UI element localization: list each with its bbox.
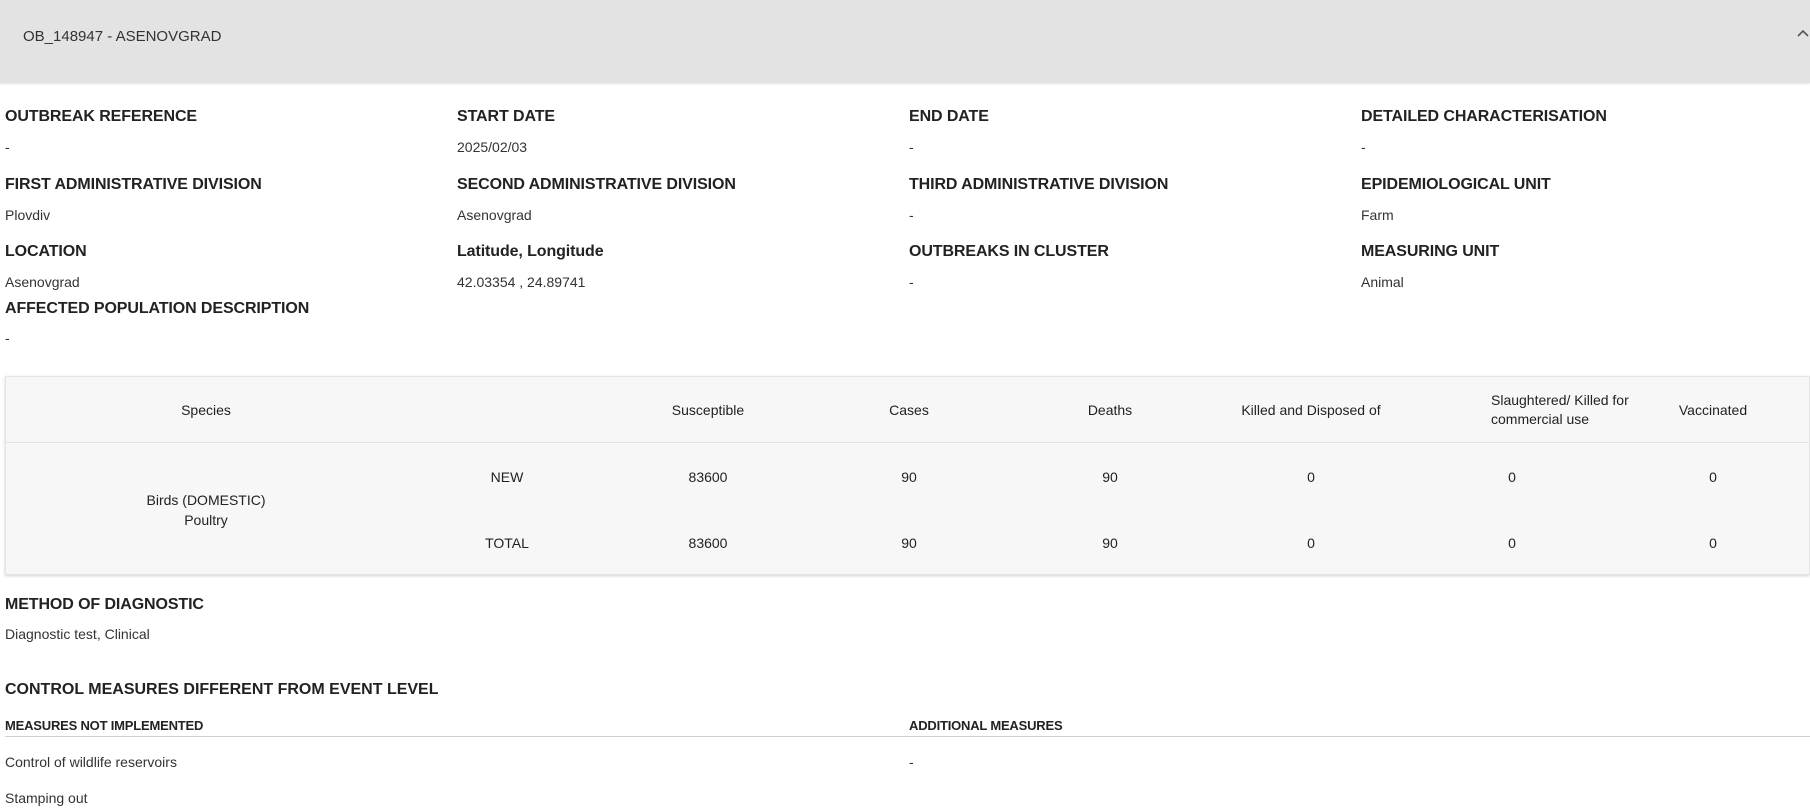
species-name: Birds (DOMESTIC) bbox=[146, 492, 266, 508]
field-method-of-diagnostic: METHOD OF DIAGNOSTIC Diagnostic test, Cl… bbox=[5, 596, 204, 642]
field-label: MEASURING UNIT bbox=[1361, 243, 1500, 260]
header-killed: Killed and Disposed of bbox=[1241, 402, 1381, 418]
additional-measures-value: - bbox=[909, 754, 914, 770]
header-species: Species bbox=[181, 402, 231, 418]
header-slaughtered: Slaughtered/ Killed for commercial use bbox=[1491, 392, 1629, 427]
field-value: - bbox=[5, 139, 10, 155]
field-value: - bbox=[1361, 139, 1366, 155]
row-total-killed: 0 bbox=[1307, 535, 1315, 551]
row-new-type: NEW bbox=[490, 469, 524, 485]
field-label: AFFECTED POPULATION DESCRIPTION bbox=[5, 300, 310, 317]
field-label: SECOND ADMINISTRATIVE DIVISION bbox=[457, 176, 736, 193]
row-new-deaths: 90 bbox=[1102, 469, 1118, 485]
field-affected-population: AFFECTED POPULATION DESCRIPTION - bbox=[5, 300, 309, 346]
panel-header[interactable]: OB_148947 - ASENOVGRAD bbox=[0, 0, 1810, 83]
field-lat-long: Latitude, Longitude 42.03354 , 24.89741 bbox=[457, 243, 604, 290]
table-header-divider bbox=[6, 442, 1809, 443]
row-total-susceptible: 83600 bbox=[688, 535, 728, 551]
field-label: OUTBREAKS IN CLUSTER bbox=[909, 243, 1109, 260]
field-value: Asenovgrad bbox=[5, 274, 80, 290]
header-cases: Cases bbox=[889, 402, 929, 418]
header-deaths: Deaths bbox=[1087, 402, 1133, 418]
row-new-vaccinated: 0 bbox=[1709, 469, 1717, 485]
field-value: - bbox=[5, 330, 10, 346]
field-measuring-unit: MEASURING UNIT Animal bbox=[1361, 243, 1499, 290]
header-susceptible: Susceptible bbox=[671, 402, 745, 418]
chevron-up-icon[interactable] bbox=[1796, 26, 1810, 38]
list-item: Stamping out bbox=[5, 790, 88, 806]
row-total-slaughtered: 0 bbox=[1508, 535, 1516, 551]
additional-measures-label: ADDITIONAL MEASURES bbox=[909, 718, 1063, 733]
list-item: Control of wildlife reservoirs bbox=[5, 754, 177, 770]
row-new-cases: 90 bbox=[901, 469, 917, 485]
field-value: - bbox=[909, 207, 914, 223]
row-total-type: TOTAL bbox=[485, 535, 529, 551]
field-label: OUTBREAK REFERENCE bbox=[5, 108, 197, 125]
field-third-admin-division: THIRD ADMINISTRATIVE DIVISION - bbox=[909, 176, 1168, 223]
field-value: Animal bbox=[1361, 274, 1404, 290]
row-new-susceptible: 83600 bbox=[688, 469, 728, 485]
field-label: METHOD OF DIAGNOSTIC bbox=[5, 596, 204, 613]
field-value: - bbox=[909, 139, 914, 155]
field-label: FIRST ADMINISTRATIVE DIVISION bbox=[5, 176, 262, 193]
field-location: LOCATION Asenovgrad bbox=[5, 243, 87, 290]
species-table: Species Susceptible Cases Deaths Killed … bbox=[5, 376, 1810, 575]
field-outbreak-reference: OUTBREAK REFERENCE - bbox=[5, 108, 197, 155]
field-second-admin-division: SECOND ADMINISTRATIVE DIVISION Asenovgra… bbox=[457, 176, 736, 223]
field-label: START DATE bbox=[457, 108, 555, 125]
field-value: Diagnostic test, Clinical bbox=[5, 626, 150, 642]
field-value: 2025/02/03 bbox=[457, 139, 528, 155]
field-label: END DATE bbox=[909, 108, 989, 125]
field-label: THIRD ADMINISTRATIVE DIVISION bbox=[909, 176, 1169, 193]
field-label: LOCATION bbox=[5, 243, 87, 260]
row-total-vaccinated: 0 bbox=[1709, 535, 1717, 551]
row-new-killed: 0 bbox=[1307, 469, 1315, 485]
field-epidemiological-unit: EPIDEMIOLOGICAL UNIT Farm bbox=[1361, 176, 1551, 223]
header-vaccinated: Vaccinated bbox=[1678, 402, 1748, 418]
control-measures-title: CONTROL MEASURES DIFFERENT FROM EVENT LE… bbox=[5, 681, 439, 698]
field-first-admin-division: FIRST ADMINISTRATIVE DIVISION Plovdiv bbox=[5, 176, 262, 223]
field-label: EPIDEMIOLOGICAL UNIT bbox=[1361, 176, 1551, 193]
panel-title: OB_148947 - ASENOVGRAD bbox=[23, 28, 222, 45]
measures-not-implemented-label: MEASURES NOT IMPLEMENTED bbox=[5, 718, 204, 733]
row-total-deaths: 90 bbox=[1102, 535, 1118, 551]
field-value: 42.03354 , 24.89741 bbox=[457, 274, 586, 290]
field-label: Latitude, Longitude bbox=[457, 243, 604, 260]
row-new-slaughtered: 0 bbox=[1508, 469, 1516, 485]
field-outbreaks-in-cluster: OUTBREAKS IN CLUSTER - bbox=[909, 243, 1109, 290]
field-value: Plovdiv bbox=[5, 207, 51, 223]
species-subtype: Poultry bbox=[184, 512, 228, 528]
field-start-date: START DATE 2025/02/03 bbox=[457, 108, 555, 155]
field-value: - bbox=[909, 274, 914, 290]
field-value: Farm bbox=[1361, 207, 1394, 223]
field-end-date: END DATE - bbox=[909, 108, 989, 155]
field-detailed-characterisation: DETAILED CHARACTERISATION - bbox=[1361, 108, 1607, 155]
row-total-cases: 90 bbox=[901, 535, 917, 551]
field-label: DETAILED CHARACTERISATION bbox=[1361, 108, 1607, 125]
divider bbox=[5, 736, 1810, 737]
field-value: Asenovgrad bbox=[457, 207, 532, 223]
